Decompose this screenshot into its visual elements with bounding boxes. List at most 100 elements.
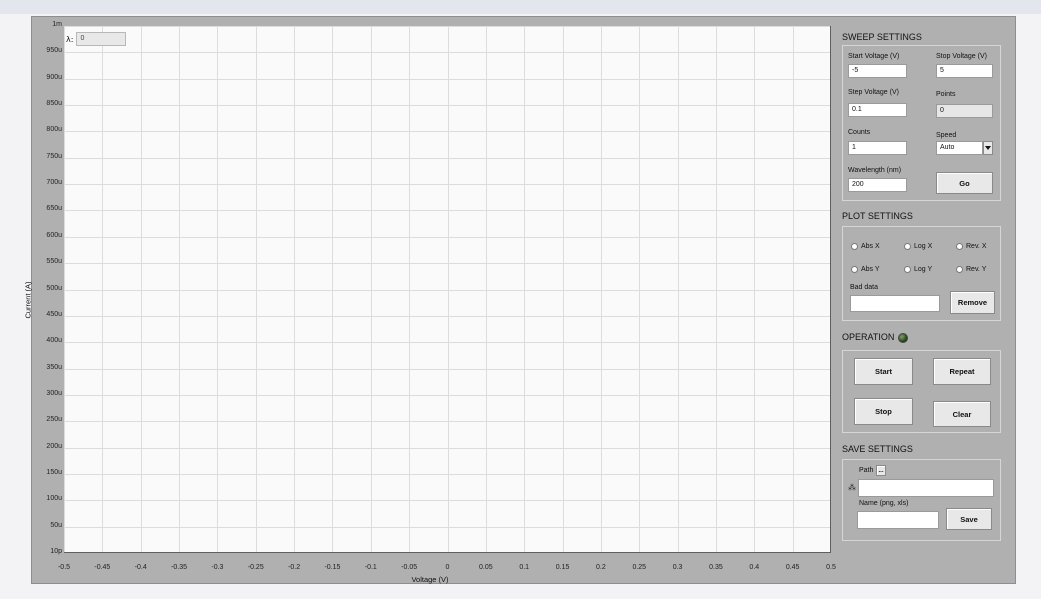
save-settings-title: SAVE SETTINGS	[842, 444, 913, 454]
y-tick-label: 250u	[46, 416, 62, 424]
x-tick-label: 0.1	[519, 564, 530, 571]
y-tick-label: 150u	[46, 468, 62, 476]
y-tick-label: 10p	[50, 548, 62, 555]
x-tick-label: 0.2	[596, 564, 606, 571]
bad-data-label: Bad data	[850, 284, 879, 291]
y-tick-label: 850u	[46, 100, 62, 108]
browse-button[interactable]: ...	[876, 465, 886, 476]
radio-dot	[956, 266, 963, 273]
chevron-down-icon[interactable]	[983, 141, 993, 155]
graph-grid	[64, 26, 830, 552]
radio-dot	[851, 243, 858, 250]
wavelength-label: Wavelength (nm)	[848, 167, 902, 174]
y-tick-label: 350u	[46, 363, 62, 371]
name-input[interactable]	[857, 511, 939, 529]
settings-panel: SWEEP SETTINGS Start Voltage (V) -5 Stop…	[832, 26, 1017, 556]
save-button[interactable]: Save	[946, 508, 992, 530]
y-tick-label: 300u	[46, 389, 62, 397]
y-tick-label: 500u	[46, 284, 62, 292]
path-input[interactable]	[858, 479, 994, 497]
stop-button[interactable]: Stop	[854, 398, 913, 425]
x-tick-label: 0.25	[632, 564, 647, 571]
speed-label: Speed	[936, 132, 957, 139]
x-tick-label: 0.45	[785, 564, 800, 571]
operation-title: OPERATION	[842, 332, 895, 342]
x-tick-label: 0.5	[826, 564, 836, 571]
wavelength-input[interactable]: 200	[848, 178, 907, 192]
path-type-icon[interactable]: ⁂	[848, 483, 856, 492]
remove-button[interactable]: Remove	[950, 291, 995, 314]
cursor-value-field[interactable]: 0	[76, 32, 127, 46]
rev-y-radio[interactable]: Rev. Y	[956, 266, 986, 273]
rev-y-label: Rev. Y	[966, 266, 987, 273]
log-x-radio[interactable]: Log X	[904, 243, 932, 250]
x-tick-label: -0.1	[364, 564, 377, 571]
rev-x-radio[interactable]: Rev. X	[956, 243, 987, 250]
stop-voltage-input[interactable]: 5	[936, 64, 993, 78]
x-tick-label: -0.05	[401, 564, 418, 571]
abs-x-radio[interactable]: Abs X	[851, 243, 880, 250]
x-tick-label: -0.4	[134, 564, 147, 571]
y-tick-label: 700u	[46, 179, 62, 187]
y-tick-label: 100u	[46, 495, 62, 503]
radio-dot	[851, 266, 858, 273]
x-tick-label: -0.25	[247, 564, 264, 571]
speed-select[interactable]: Auto	[936, 141, 983, 155]
y-axis-label: Current (A)	[23, 281, 33, 319]
plot-settings-title: PLOT SETTINGS	[842, 211, 913, 221]
start-voltage-label: Start Voltage (V)	[848, 53, 900, 60]
top-bar	[0, 0, 1041, 14]
abs-y-label: Abs Y	[861, 266, 880, 273]
step-voltage-label: Step Voltage (V)	[848, 89, 899, 96]
x-tick-label: 0.35	[709, 564, 723, 571]
path-label: Path	[859, 467, 874, 474]
y-tick-label: 900u	[46, 73, 62, 81]
y-tick-label: 50u	[50, 521, 62, 529]
counts-label: Counts	[848, 129, 871, 136]
points-label: Points	[936, 91, 956, 98]
log-x-label: Log X	[914, 243, 933, 250]
x-tick-label: 0	[445, 564, 450, 571]
y-tick-label: 400u	[46, 337, 62, 345]
x-tick-label: -0.45	[94, 564, 111, 571]
x-tick-label: 0.4	[749, 564, 760, 571]
y-tick-label: 550u	[46, 258, 62, 266]
cursor-symbol: λ:	[66, 34, 74, 44]
abs-x-label: Abs X	[861, 243, 880, 250]
status-led-icon	[898, 333, 908, 343]
go-button[interactable]: Go	[936, 172, 993, 194]
x-axis-label: Voltage (V)	[411, 575, 449, 584]
start-button[interactable]: Start	[854, 358, 913, 385]
radio-dot	[904, 243, 911, 250]
y-tick-label: 200u	[46, 442, 62, 450]
x-tick-label: -0.2	[288, 564, 301, 571]
x-tick-label: -0.35	[171, 564, 188, 571]
log-y-radio[interactable]: Log Y	[904, 266, 932, 273]
counts-input[interactable]: 1	[848, 141, 907, 155]
rev-x-label: Rev. X	[966, 243, 987, 250]
x-tick-label: 0.05	[479, 564, 493, 571]
x-tick-label: 0.3	[672, 564, 683, 571]
start-voltage-input[interactable]: -5	[848, 64, 907, 78]
y-tick-label: 650u	[46, 205, 62, 213]
points-display: 0	[936, 104, 993, 118]
step-voltage-input[interactable]: 0.1	[848, 103, 907, 117]
y-tick-label: 600u	[46, 231, 62, 239]
radio-dot	[904, 266, 911, 273]
x-tick-label: -0.15	[324, 564, 341, 571]
repeat-button[interactable]: Repeat	[933, 358, 991, 385]
y-tick-label: 800u	[46, 126, 62, 134]
sweep-settings-title: SWEEP SETTINGS	[842, 32, 922, 42]
abs-y-radio[interactable]: Abs Y	[851, 266, 880, 273]
x-tick-label: 0.15	[555, 564, 570, 571]
x-tick-label: -0.3	[211, 564, 224, 571]
x-tick-label: -0.5	[57, 564, 71, 571]
iv-graph-plot-area[interactable]	[64, 26, 831, 553]
y-tick-label: 1m	[52, 21, 62, 28]
log-y-label: Log Y	[914, 266, 933, 273]
bad-data-input[interactable]	[850, 295, 940, 312]
y-tick-label: 450u	[46, 310, 62, 318]
clear-button[interactable]: Clear	[933, 401, 991, 427]
y-tick-label: 950u	[46, 47, 62, 55]
y-tick-label: 750u	[46, 152, 62, 160]
